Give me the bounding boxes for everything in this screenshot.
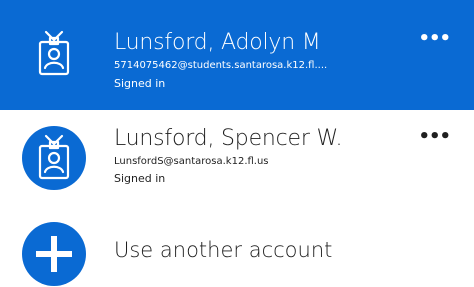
account-status: Signed in <box>114 77 166 90</box>
account-email: 5714075462@students.santarosa.k12.fl.... <box>114 60 328 71</box>
account-name: Lunsford, Adolyn M <box>114 30 321 55</box>
account-item-spencer[interactable]: Lunsford, Spencer W. LunsfordS@santarosa… <box>0 110 474 210</box>
account-status: Signed in <box>114 172 166 185</box>
plus-icon <box>36 236 72 272</box>
account-avatar <box>22 126 86 190</box>
more-options-button[interactable]: ••• <box>418 30 451 48</box>
add-account-avatar <box>22 222 86 286</box>
use-another-account-button[interactable]: Use another account <box>0 210 474 287</box>
id-badge-icon <box>38 30 70 76</box>
id-badge-icon <box>38 134 70 180</box>
account-name: Lunsford, Spencer W. <box>114 126 343 151</box>
account-item-adolyn[interactable]: Lunsford, Adolyn M 5714075462@students.s… <box>0 0 474 110</box>
more-options-button[interactable]: ••• <box>418 128 451 146</box>
use-another-account-label: Use another account <box>114 238 333 262</box>
account-email: LunsfordS@santarosa.k12.fl.us <box>114 156 269 167</box>
account-avatar <box>22 22 86 86</box>
